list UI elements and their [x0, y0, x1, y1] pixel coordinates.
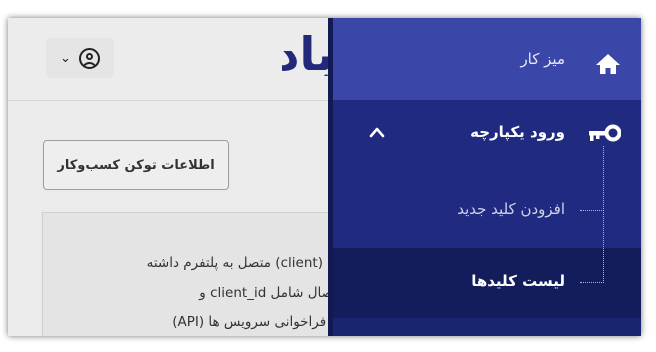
info-text-line: کشن (client) متصل به پلتفرم داشته [146, 255, 334, 271]
sidebar-item-label: ورود یکپارچه [470, 123, 565, 141]
user-menu-button[interactable]: ⌄ [46, 38, 114, 78]
chevron-up-icon[interactable] [368, 125, 386, 139]
sidebar-subitem-add-key[interactable]: افزودن کلید جدید [333, 168, 641, 248]
sidebar-subitem-key-list[interactable]: لیست کلیدها [333, 248, 641, 318]
info-card: کشن (client) متصل به پلتفرم داشته ید اتص… [42, 212, 334, 336]
key-icon [589, 124, 621, 142]
brand-logo[interactable]: باد [282, 32, 334, 76]
sidebar-item-dashboard[interactable]: میز کار [333, 18, 641, 100]
main-content: ⌄ باد اطلاعات توکن کسب‌وکار کشن (client)… [8, 18, 334, 336]
chevron-down-icon: ⌄ [60, 50, 71, 66]
tree-connector [580, 282, 604, 283]
business-token-info-button[interactable]: اطلاعات توکن کسب‌وکار [43, 140, 229, 190]
sidebar-item-label: افزودن کلید جدید [457, 200, 565, 218]
home-icon [596, 54, 620, 74]
user-circle-icon [78, 47, 100, 69]
sidebar-nav: میز کار ورود یکپارچه افزودن کلید جدید لی… [328, 18, 641, 336]
sidebar-item-sso[interactable]: ورود یکپارچه [333, 100, 641, 168]
info-text-line: ید اتصال شامل client_id و [199, 285, 334, 301]
info-text-line: برای فراخوانی سرویس ها (API) [172, 314, 334, 330]
sidebar-item-label: میز کار [520, 50, 565, 68]
tree-connector [580, 210, 604, 211]
app-window: ⌄ باد اطلاعات توکن کسب‌وکار کشن (client)… [8, 18, 641, 336]
tree-connector [603, 146, 604, 283]
header-bar: ⌄ باد [8, 18, 334, 101]
sidebar-item-label: لیست کلیدها [471, 272, 565, 290]
